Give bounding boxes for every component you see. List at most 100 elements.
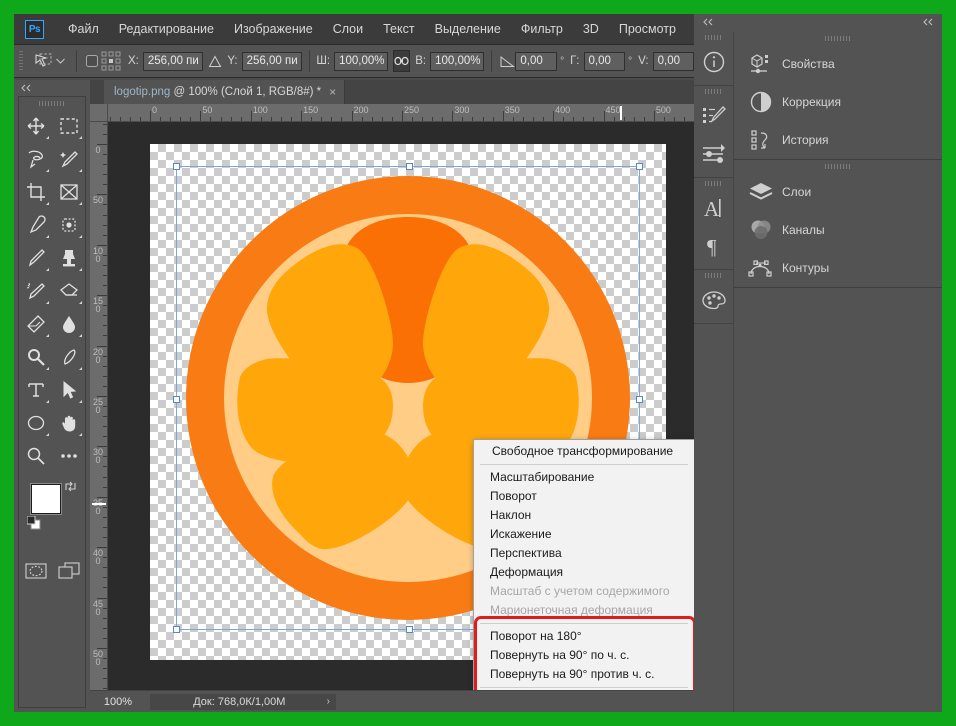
transform-handle-top-center[interactable] — [406, 163, 413, 170]
y-input[interactable]: 256,00 пи — [241, 51, 302, 71]
gradient-tool[interactable] — [19, 307, 52, 340]
frame-tool[interactable] — [52, 175, 85, 208]
brush-tool[interactable] — [19, 241, 52, 274]
ctx-header-free-transform[interactable]: Свободное трансформирование — [474, 442, 694, 461]
chevron-right-icon[interactable]: › — [327, 696, 330, 707]
link-icon[interactable] — [393, 50, 411, 72]
eraser-tool[interactable] — [52, 274, 85, 307]
skew-v-input[interactable]: 0,00 — [652, 51, 695, 71]
edit-toolbar-tool[interactable] — [52, 439, 85, 472]
rotation-input[interactable]: 0,00 — [515, 51, 558, 71]
right-panel-dock: A ¶ Свойства Коррекция История Слои Кана… — [694, 14, 942, 712]
rectangular-marquee-tool[interactable] — [52, 109, 85, 142]
panel-row-paths[interactable]: Контуры — [734, 249, 942, 287]
spot-healing-brush-tool[interactable] — [52, 208, 85, 241]
ctx-warp[interactable]: Деформация — [474, 563, 694, 582]
crop-tool[interactable] — [19, 175, 52, 208]
ruler-corner[interactable] — [90, 104, 108, 122]
close-icon[interactable]: × — [329, 85, 336, 99]
menu-view[interactable]: Просмотр — [609, 14, 686, 44]
collapse-icons-button[interactable] — [702, 18, 714, 28]
ellipse-shape-tool[interactable] — [19, 406, 52, 439]
screen-mode-icon[interactable] — [52, 554, 85, 587]
menu-selection[interactable]: Выделение — [425, 14, 511, 44]
move-tool[interactable] — [19, 109, 52, 142]
menu-text[interactable]: Текст — [373, 14, 424, 44]
blur-tool[interactable] — [52, 307, 85, 340]
ctx-scale[interactable]: Масштабирование — [474, 468, 694, 487]
panel-row-history[interactable]: История — [734, 121, 942, 159]
character-panel-icon[interactable]: A — [694, 189, 734, 227]
transform-handle-mid-left[interactable] — [173, 396, 180, 403]
transform-handle-top-left[interactable] — [173, 163, 180, 170]
icon-group-grip-3[interactable] — [694, 178, 733, 189]
history-brush-tool[interactable] — [19, 274, 52, 307]
eyedropper-tool[interactable] — [19, 208, 52, 241]
switch-transform-mode-icon[interactable] — [34, 50, 52, 72]
panel-group-grip-2[interactable] — [734, 160, 942, 173]
tool-preset-chevron-icon[interactable] — [52, 50, 69, 72]
ctx-rotate-90-ccw[interactable]: Повернуть на 90° против ч. с. — [474, 665, 694, 684]
foreground-color-swatch[interactable] — [31, 484, 61, 514]
panel-row-properties[interactable]: Свойства — [734, 45, 942, 83]
menu-layers[interactable]: Слои — [323, 14, 373, 44]
brush-settings-panel-icon[interactable] — [694, 97, 734, 135]
toolbar-collapse-button[interactable] — [14, 80, 90, 96]
transform-handle-bottom-left[interactable] — [173, 626, 180, 633]
ctx-perspective[interactable]: Перспектива — [474, 544, 694, 563]
zoom-tool[interactable] — [19, 439, 52, 472]
icon-group-grip-4[interactable] — [694, 270, 733, 281]
paragraph-panel-icon[interactable]: ¶ — [694, 227, 734, 265]
quick-mask-icon[interactable] — [19, 554, 52, 587]
horizontal-ruler[interactable]: 0 50 100 150 200 250 300 350 400 450 500 — [108, 104, 694, 122]
ctx-distort[interactable]: Искажение — [474, 525, 694, 544]
transform-handle-bottom-center[interactable] — [406, 626, 413, 633]
toolbar-grip[interactable] — [19, 97, 85, 109]
ctx-rotate[interactable]: Поворот — [474, 487, 694, 506]
lasso-tool[interactable] — [19, 142, 52, 175]
panel-row-adjustments[interactable]: Коррекция — [734, 83, 942, 121]
adjustments-sliders-panel-icon[interactable] — [694, 135, 734, 173]
default-colors-icon[interactable] — [26, 515, 41, 530]
relative-position-icon[interactable] — [207, 50, 224, 72]
canvas-background[interactable]: Свободное трансформирование Масштабирова… — [108, 122, 694, 690]
menu-image[interactable]: Изображение — [224, 14, 323, 44]
menu-filter[interactable]: Фильтр — [511, 14, 573, 44]
transform-handle-mid-right[interactable] — [636, 396, 643, 403]
menu-file[interactable]: Файл — [58, 14, 109, 44]
options-bar-grip[interactable] — [18, 50, 25, 72]
clone-stamp-tool[interactable] — [52, 241, 85, 274]
menu-3d[interactable]: 3D — [573, 14, 609, 44]
collapse-panels-button[interactable] — [922, 18, 934, 28]
transform-handle-top-right[interactable] — [636, 163, 643, 170]
type-tool[interactable] — [19, 373, 52, 406]
reference-point-icon[interactable] — [100, 50, 122, 72]
panel-row-channels[interactable]: Каналы — [734, 211, 942, 249]
zoom-level-field[interactable]: 100% — [90, 690, 146, 712]
path-selection-tool[interactable] — [52, 373, 85, 406]
swatches-palette-panel-icon[interactable] — [694, 281, 734, 319]
hand-tool[interactable] — [52, 406, 85, 439]
icon-group-grip-2[interactable] — [694, 86, 733, 97]
dodge-tool[interactable] — [19, 340, 52, 373]
height-input[interactable]: 100,00% — [430, 51, 485, 71]
skew-h-input[interactable]: 0,00 — [583, 51, 626, 71]
ctx-rotate-180[interactable]: Поворот на 180° — [474, 627, 694, 646]
transform-preview-toggle[interactable] — [83, 50, 100, 72]
pen-tool[interactable] — [52, 340, 85, 373]
menu-edit[interactable]: Редактирование — [109, 14, 224, 44]
ctx-skew[interactable]: Наклон — [474, 506, 694, 525]
object-selection-tool[interactable] — [52, 142, 85, 175]
info-panel-icon[interactable] — [694, 43, 734, 81]
vertical-ruler[interactable]: 0 50 100 150 200 250 300 350 400 450 500 — [90, 122, 108, 690]
transform-context-menu[interactable]: Свободное трансформирование Масштабирова… — [473, 439, 694, 690]
icon-group-grip[interactable] — [694, 32, 733, 43]
ctx-rotate-90-cw[interactable]: Повернуть на 90° по ч. с. — [474, 646, 694, 665]
x-input[interactable]: 256,00 пи — [142, 51, 203, 71]
width-input[interactable]: 100,00% — [334, 51, 389, 71]
panel-row-layers[interactable]: Слои — [734, 173, 942, 211]
panel-group-grip[interactable] — [734, 32, 942, 45]
document-tab[interactable]: logotip.png @ 100% (Слой 1, RGB/8#) * × — [104, 80, 346, 104]
document-info-field[interactable]: Док: 768,0К/1,00М › — [150, 693, 336, 710]
swap-colors-icon[interactable] — [64, 480, 77, 496]
